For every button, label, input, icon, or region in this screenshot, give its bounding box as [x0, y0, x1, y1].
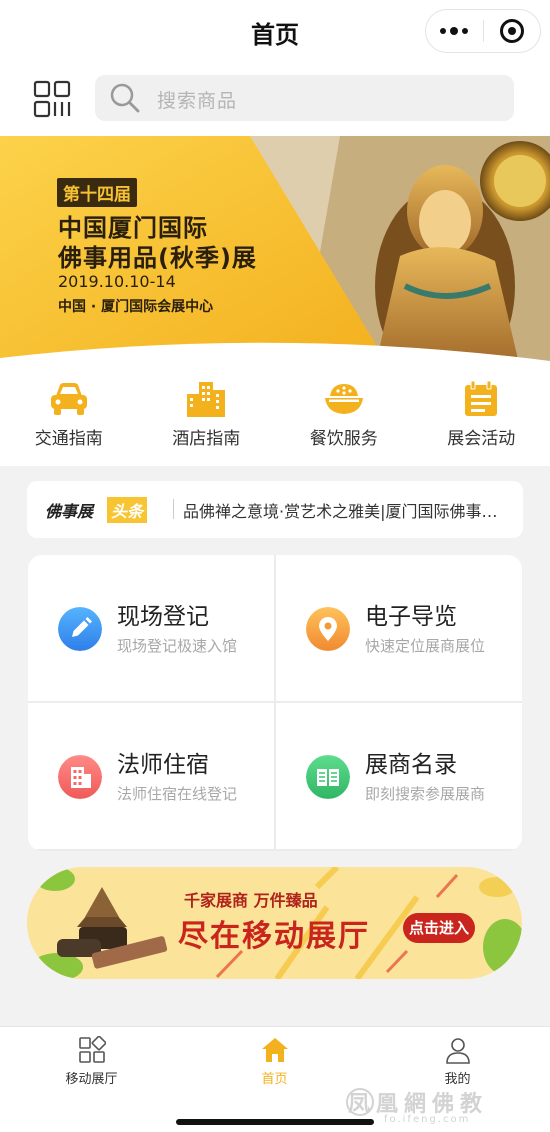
banner-venue: 中国 · 厦门国际会展中心 [58, 299, 214, 315]
watermark-url: fo.ifeng.com [384, 1114, 471, 1125]
service-monk-lodging[interactable]: 法师住宿 法师住宿在线登记 [28, 703, 274, 849]
quick-link-label: 酒店指南 [172, 429, 241, 449]
close-mini-program-button[interactable] [484, 10, 541, 52]
service-subtitle: 法师住宿在线登记 [117, 785, 238, 803]
quick-link-dining[interactable]: 餐饮服务 [275, 368, 413, 466]
headline-tag: 佛事展 [45, 502, 94, 521]
service-e-guide[interactable]: 电子导览 快速定位展商展位 [276, 555, 522, 701]
home-indicator [176, 1119, 374, 1125]
tab-home[interactable]: 首页 [183, 1027, 366, 1107]
quick-link-label: 展会活动 [447, 429, 516, 449]
service-onsite-registration[interactable]: 现场登记 现场登记极速入馆 [28, 555, 274, 701]
headline-divider [173, 499, 174, 519]
building-icon [58, 755, 102, 799]
top-nav-bar: 首页 [0, 0, 550, 62]
banner-edition-badge: 第十四届 [57, 178, 137, 207]
hero-banner[interactable]: 第十四届 中国厦门国际 佛事用品(秋季)展 2019.10.10-14 中国 ·… [0, 136, 550, 368]
headline-text: 品佛禅之意境·赏艺术之雅美|厦门国际佛事用品展 [183, 502, 513, 521]
quick-link-label: 餐饮服务 [309, 429, 378, 449]
service-exhibitor-directory[interactable]: 展商名录 即刻搜索参展展商 [276, 703, 522, 849]
service-title: 展商名录 [365, 752, 457, 778]
quick-links: 交通指南 酒店指南 餐饮服务 展会活动 [0, 368, 550, 466]
quick-link-hotel[interactable]: 酒店指南 [138, 368, 276, 466]
quick-link-traffic[interactable]: 交通指南 [0, 368, 138, 466]
search-row: 搜索商品 [0, 62, 550, 136]
tab-mobile-hall[interactable]: 移动展厅 [0, 1027, 183, 1107]
car-icon [50, 383, 87, 415]
grid-icon [78, 1036, 106, 1063]
enter-button[interactable]: 点击进入 [403, 913, 475, 943]
banner-title-line2: 佛事用品(秋季)展 [58, 244, 257, 272]
user-icon [445, 1038, 470, 1064]
mini-program-capsule [425, 9, 541, 53]
service-title: 法师住宿 [117, 752, 209, 778]
calendar-icon [465, 380, 498, 416]
tab-label: 移动展厅 [65, 1072, 118, 1087]
more-button[interactable] [426, 10, 483, 52]
headline-tag-highlight: 头条 [107, 497, 148, 523]
tab-label: 我的 [444, 1072, 471, 1087]
home-icon [261, 1038, 288, 1062]
search-input[interactable]: 搜索商品 [95, 75, 514, 121]
promo-subtitle: 千家展商 万件臻品 [184, 891, 318, 910]
service-title: 现场登记 [117, 604, 209, 630]
search-placeholder: 搜索商品 [157, 90, 238, 112]
mobile-hall-promo-banner[interactable]: 千家展商 万件臻品 尽在移动展厅 点击进入 [27, 867, 522, 979]
qr-scan-icon[interactable] [33, 80, 71, 118]
service-subtitle: 现场登记极速入馆 [117, 637, 238, 655]
building-icon [187, 382, 226, 417]
rice-bowl-icon [324, 384, 363, 414]
target-circle-icon [499, 19, 524, 43]
tab-label: 首页 [261, 1072, 288, 1087]
location-pin-icon [306, 607, 350, 651]
more-dots-icon [440, 26, 469, 35]
search-icon [110, 83, 140, 113]
quick-link-label: 交通指南 [34, 429, 103, 449]
service-subtitle: 快速定位展商展位 [365, 637, 486, 655]
promo-title: 尽在移动展厅 [178, 919, 370, 954]
service-subtitle: 即刻搜索参展展商 [365, 785, 486, 803]
headline-ticker[interactable]: 佛事展 头条 品佛禅之意境·赏艺术之雅美|厦门国际佛事用品展 [27, 481, 523, 538]
book-icon [306, 755, 350, 799]
pencil-icon [58, 607, 102, 651]
quick-link-events[interactable]: 展会活动 [413, 368, 550, 466]
service-title: 电子导览 [365, 604, 457, 630]
services-grid: 现场登记 现场登记极速入馆 电子导览 快速定位展商展位 法师住宿 法师住宿在线登… [28, 555, 522, 851]
banner-date: 2019.10.10-14 [58, 272, 176, 291]
